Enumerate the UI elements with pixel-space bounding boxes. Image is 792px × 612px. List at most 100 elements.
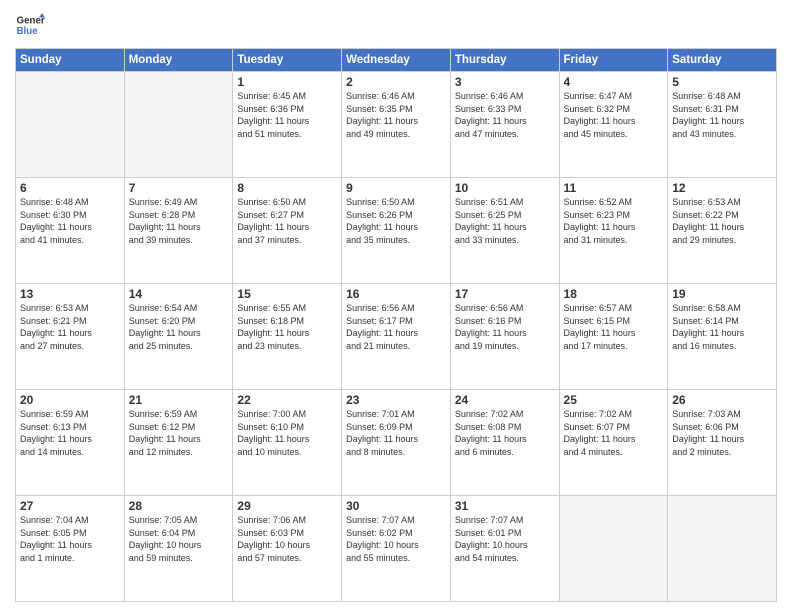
calendar-cell: 27Sunrise: 7:04 AM Sunset: 6:05 PM Dayli… bbox=[16, 496, 125, 602]
calendar-cell: 4Sunrise: 6:47 AM Sunset: 6:32 PM Daylig… bbox=[559, 72, 668, 178]
day-number: 7 bbox=[129, 181, 229, 195]
day-number: 9 bbox=[346, 181, 446, 195]
day-info: Sunrise: 6:53 AM Sunset: 6:22 PM Dayligh… bbox=[672, 196, 772, 246]
calendar-cell: 25Sunrise: 7:02 AM Sunset: 6:07 PM Dayli… bbox=[559, 390, 668, 496]
week-row-4: 20Sunrise: 6:59 AM Sunset: 6:13 PM Dayli… bbox=[16, 390, 777, 496]
calendar-cell: 6Sunrise: 6:48 AM Sunset: 6:30 PM Daylig… bbox=[16, 178, 125, 284]
logo-icon: General Blue bbox=[15, 10, 45, 40]
day-info: Sunrise: 6:49 AM Sunset: 6:28 PM Dayligh… bbox=[129, 196, 229, 246]
calendar-cell: 17Sunrise: 6:56 AM Sunset: 6:16 PM Dayli… bbox=[450, 284, 559, 390]
day-info: Sunrise: 7:02 AM Sunset: 6:08 PM Dayligh… bbox=[455, 408, 555, 458]
day-info: Sunrise: 6:52 AM Sunset: 6:23 PM Dayligh… bbox=[564, 196, 664, 246]
day-info: Sunrise: 6:58 AM Sunset: 6:14 PM Dayligh… bbox=[672, 302, 772, 352]
day-info: Sunrise: 6:45 AM Sunset: 6:36 PM Dayligh… bbox=[237, 90, 337, 140]
day-info: Sunrise: 7:07 AM Sunset: 6:02 PM Dayligh… bbox=[346, 514, 446, 564]
day-number: 18 bbox=[564, 287, 664, 301]
day-number: 29 bbox=[237, 499, 337, 513]
calendar-cell: 19Sunrise: 6:58 AM Sunset: 6:14 PM Dayli… bbox=[668, 284, 777, 390]
day-number: 24 bbox=[455, 393, 555, 407]
weekday-header-row: SundayMondayTuesdayWednesdayThursdayFrid… bbox=[16, 49, 777, 72]
day-info: Sunrise: 6:48 AM Sunset: 6:30 PM Dayligh… bbox=[20, 196, 120, 246]
calendar-cell: 5Sunrise: 6:48 AM Sunset: 6:31 PM Daylig… bbox=[668, 72, 777, 178]
weekday-header-tuesday: Tuesday bbox=[233, 49, 342, 72]
day-number: 6 bbox=[20, 181, 120, 195]
day-info: Sunrise: 6:53 AM Sunset: 6:21 PM Dayligh… bbox=[20, 302, 120, 352]
calendar-cell: 28Sunrise: 7:05 AM Sunset: 6:04 PM Dayli… bbox=[124, 496, 233, 602]
calendar-cell: 12Sunrise: 6:53 AM Sunset: 6:22 PM Dayli… bbox=[668, 178, 777, 284]
svg-text:Blue: Blue bbox=[17, 26, 39, 37]
day-number: 4 bbox=[564, 75, 664, 89]
day-info: Sunrise: 6:47 AM Sunset: 6:32 PM Dayligh… bbox=[564, 90, 664, 140]
calendar-cell: 22Sunrise: 7:00 AM Sunset: 6:10 PM Dayli… bbox=[233, 390, 342, 496]
day-number: 28 bbox=[129, 499, 229, 513]
week-row-5: 27Sunrise: 7:04 AM Sunset: 6:05 PM Dayli… bbox=[16, 496, 777, 602]
day-info: Sunrise: 6:48 AM Sunset: 6:31 PM Dayligh… bbox=[672, 90, 772, 140]
day-info: Sunrise: 6:51 AM Sunset: 6:25 PM Dayligh… bbox=[455, 196, 555, 246]
day-number: 20 bbox=[20, 393, 120, 407]
day-info: Sunrise: 6:55 AM Sunset: 6:18 PM Dayligh… bbox=[237, 302, 337, 352]
calendar-cell: 3Sunrise: 6:46 AM Sunset: 6:33 PM Daylig… bbox=[450, 72, 559, 178]
calendar-cell: 14Sunrise: 6:54 AM Sunset: 6:20 PM Dayli… bbox=[124, 284, 233, 390]
day-info: Sunrise: 7:00 AM Sunset: 6:10 PM Dayligh… bbox=[237, 408, 337, 458]
weekday-header-saturday: Saturday bbox=[668, 49, 777, 72]
day-number: 8 bbox=[237, 181, 337, 195]
day-info: Sunrise: 6:50 AM Sunset: 6:27 PM Dayligh… bbox=[237, 196, 337, 246]
day-info: Sunrise: 6:50 AM Sunset: 6:26 PM Dayligh… bbox=[346, 196, 446, 246]
week-row-2: 6Sunrise: 6:48 AM Sunset: 6:30 PM Daylig… bbox=[16, 178, 777, 284]
weekday-header-sunday: Sunday bbox=[16, 49, 125, 72]
page: General Blue SundayMondayTuesdayWednesda… bbox=[0, 0, 792, 612]
calendar-cell: 8Sunrise: 6:50 AM Sunset: 6:27 PM Daylig… bbox=[233, 178, 342, 284]
calendar-cell bbox=[559, 496, 668, 602]
day-info: Sunrise: 6:56 AM Sunset: 6:16 PM Dayligh… bbox=[455, 302, 555, 352]
day-info: Sunrise: 6:59 AM Sunset: 6:12 PM Dayligh… bbox=[129, 408, 229, 458]
day-number: 30 bbox=[346, 499, 446, 513]
day-number: 10 bbox=[455, 181, 555, 195]
calendar-cell: 15Sunrise: 6:55 AM Sunset: 6:18 PM Dayli… bbox=[233, 284, 342, 390]
day-number: 27 bbox=[20, 499, 120, 513]
day-info: Sunrise: 7:05 AM Sunset: 6:04 PM Dayligh… bbox=[129, 514, 229, 564]
calendar-cell: 1Sunrise: 6:45 AM Sunset: 6:36 PM Daylig… bbox=[233, 72, 342, 178]
day-info: Sunrise: 7:02 AM Sunset: 6:07 PM Dayligh… bbox=[564, 408, 664, 458]
calendar-cell: 26Sunrise: 7:03 AM Sunset: 6:06 PM Dayli… bbox=[668, 390, 777, 496]
day-info: Sunrise: 6:59 AM Sunset: 6:13 PM Dayligh… bbox=[20, 408, 120, 458]
day-number: 22 bbox=[237, 393, 337, 407]
calendar-cell bbox=[16, 72, 125, 178]
calendar-cell: 9Sunrise: 6:50 AM Sunset: 6:26 PM Daylig… bbox=[342, 178, 451, 284]
weekday-header-monday: Monday bbox=[124, 49, 233, 72]
day-number: 19 bbox=[672, 287, 772, 301]
calendar-cell: 24Sunrise: 7:02 AM Sunset: 6:08 PM Dayli… bbox=[450, 390, 559, 496]
calendar-cell: 31Sunrise: 7:07 AM Sunset: 6:01 PM Dayli… bbox=[450, 496, 559, 602]
weekday-header-wednesday: Wednesday bbox=[342, 49, 451, 72]
calendar-cell: 30Sunrise: 7:07 AM Sunset: 6:02 PM Dayli… bbox=[342, 496, 451, 602]
weekday-header-thursday: Thursday bbox=[450, 49, 559, 72]
calendar-table: SundayMondayTuesdayWednesdayThursdayFrid… bbox=[15, 48, 777, 602]
calendar-cell: 21Sunrise: 6:59 AM Sunset: 6:12 PM Dayli… bbox=[124, 390, 233, 496]
day-number: 31 bbox=[455, 499, 555, 513]
calendar-cell bbox=[124, 72, 233, 178]
calendar-cell: 11Sunrise: 6:52 AM Sunset: 6:23 PM Dayli… bbox=[559, 178, 668, 284]
calendar-cell: 29Sunrise: 7:06 AM Sunset: 6:03 PM Dayli… bbox=[233, 496, 342, 602]
day-info: Sunrise: 6:46 AM Sunset: 6:33 PM Dayligh… bbox=[455, 90, 555, 140]
week-row-1: 1Sunrise: 6:45 AM Sunset: 6:36 PM Daylig… bbox=[16, 72, 777, 178]
day-number: 26 bbox=[672, 393, 772, 407]
day-number: 15 bbox=[237, 287, 337, 301]
calendar-cell bbox=[668, 496, 777, 602]
day-info: Sunrise: 7:01 AM Sunset: 6:09 PM Dayligh… bbox=[346, 408, 446, 458]
day-number: 25 bbox=[564, 393, 664, 407]
day-info: Sunrise: 6:54 AM Sunset: 6:20 PM Dayligh… bbox=[129, 302, 229, 352]
week-row-3: 13Sunrise: 6:53 AM Sunset: 6:21 PM Dayli… bbox=[16, 284, 777, 390]
day-number: 21 bbox=[129, 393, 229, 407]
calendar-cell: 16Sunrise: 6:56 AM Sunset: 6:17 PM Dayli… bbox=[342, 284, 451, 390]
calendar-cell: 7Sunrise: 6:49 AM Sunset: 6:28 PM Daylig… bbox=[124, 178, 233, 284]
day-number: 11 bbox=[564, 181, 664, 195]
day-info: Sunrise: 6:56 AM Sunset: 6:17 PM Dayligh… bbox=[346, 302, 446, 352]
day-info: Sunrise: 7:07 AM Sunset: 6:01 PM Dayligh… bbox=[455, 514, 555, 564]
day-number: 12 bbox=[672, 181, 772, 195]
day-number: 14 bbox=[129, 287, 229, 301]
calendar-cell: 20Sunrise: 6:59 AM Sunset: 6:13 PM Dayli… bbox=[16, 390, 125, 496]
calendar-cell: 18Sunrise: 6:57 AM Sunset: 6:15 PM Dayli… bbox=[559, 284, 668, 390]
logo: General Blue bbox=[15, 10, 45, 40]
day-number: 16 bbox=[346, 287, 446, 301]
day-info: Sunrise: 7:06 AM Sunset: 6:03 PM Dayligh… bbox=[237, 514, 337, 564]
day-number: 23 bbox=[346, 393, 446, 407]
